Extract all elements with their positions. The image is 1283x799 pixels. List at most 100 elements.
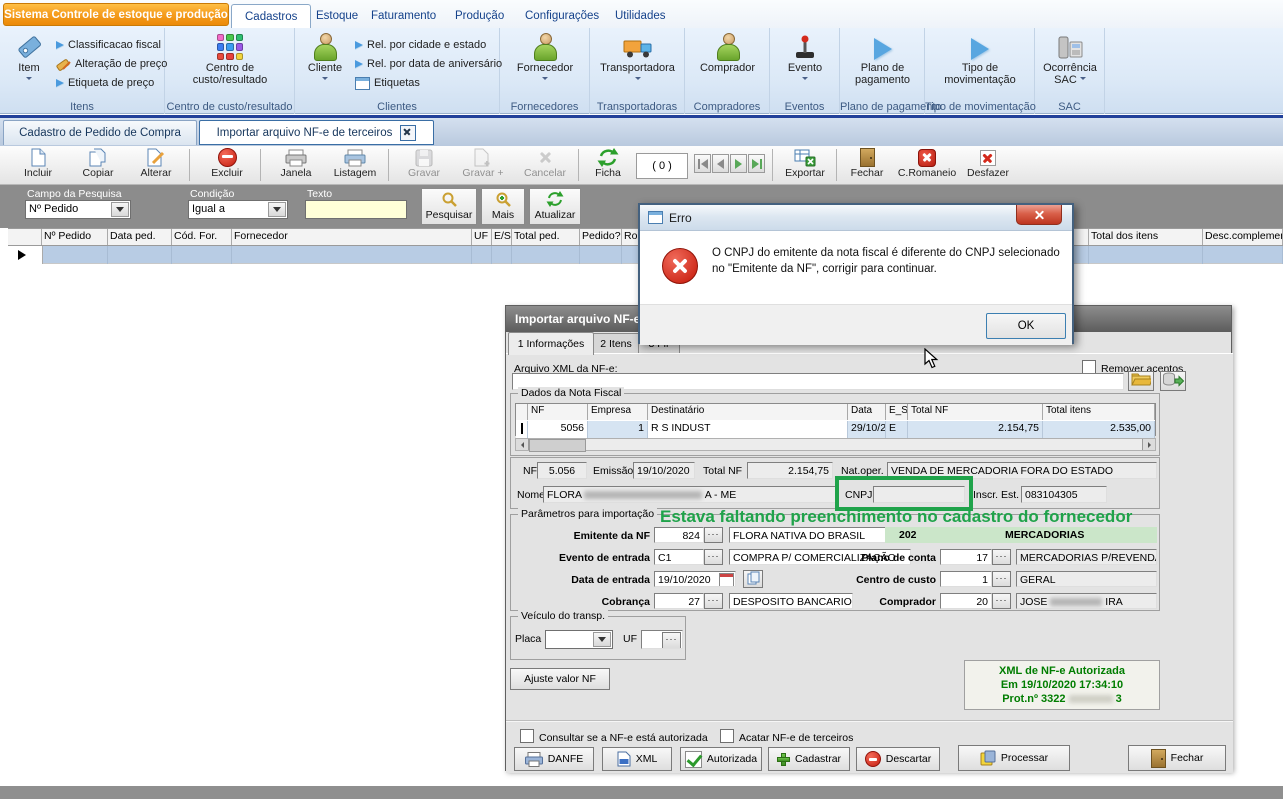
ficha-button[interactable]: Ficha xyxy=(584,148,632,183)
nf-grid-column[interactable]: Data xyxy=(848,404,886,420)
placa-select[interactable] xyxy=(545,630,613,649)
plano-conta-name-field[interactable]: MERCADORIAS P/REVENDA xyxy=(1016,549,1157,565)
nf-grid-row[interactable]: 5056 1 R S INDUST 29/10/2020 E 2.154,75 … xyxy=(516,421,1155,438)
emissao-field[interactable]: 19/10/2020 xyxy=(633,462,695,479)
ajuste-valor-button[interactable]: Ajuste valor NF xyxy=(510,668,610,690)
uf-lookup-button[interactable]: ··· xyxy=(662,632,681,649)
ribbon-tab-configuracoes[interactable]: Configurações xyxy=(512,4,612,28)
nome-field[interactable]: FLORA A - ME xyxy=(543,486,839,503)
uf-field[interactable]: ··· xyxy=(641,630,683,649)
listagem-button[interactable]: Listagem xyxy=(326,148,384,183)
evento-code-field[interactable]: C1 xyxy=(654,549,704,565)
ok-button[interactable]: OK xyxy=(986,313,1066,339)
janela-button[interactable]: Janela xyxy=(268,148,324,183)
comprador-name-field[interactable]: JOSE IRA xyxy=(1016,593,1157,609)
incluir-button[interactable]: Incluir xyxy=(10,148,66,183)
tab-itens[interactable]: 2 Itens xyxy=(592,333,640,354)
data-entrada-field[interactable]: 19/10/2020 xyxy=(654,571,736,587)
emitente-code-field[interactable]: 824 xyxy=(654,527,704,543)
comprador-lookup-button[interactable]: ··· xyxy=(992,593,1011,609)
checkbox-icon[interactable] xyxy=(1082,360,1096,374)
pesquisar-button[interactable]: Pesquisar xyxy=(421,188,477,225)
column-header[interactable]: Data ped. xyxy=(108,229,172,245)
evento-lookup-button[interactable]: ··· xyxy=(704,549,723,565)
nav-prev-button[interactable] xyxy=(712,154,729,173)
nf-grid-column[interactable]: Destinatário xyxy=(648,404,848,420)
error-title-bar[interactable]: Erro xyxy=(640,205,1072,231)
alterar-button[interactable]: Alterar xyxy=(128,148,184,183)
etiqueta-preco-item[interactable]: Etiqueta de preço xyxy=(56,75,154,91)
danfe-button[interactable]: DANFE xyxy=(514,747,594,771)
inscr-est-field[interactable]: 083104305 xyxy=(1021,486,1107,503)
excluir-button[interactable]: Excluir xyxy=(198,148,256,183)
total-nf-field[interactable]: 2.154,75 xyxy=(747,462,833,479)
cobranca-code-field[interactable]: 27 xyxy=(654,593,704,609)
emitente-lookup-button[interactable]: ··· xyxy=(704,527,723,543)
autorizada-button[interactable]: Autorizada xyxy=(680,747,762,771)
alteracao-preco-item[interactable]: Alteração de preço xyxy=(56,56,167,72)
exportar-button[interactable]: Exportar xyxy=(778,148,832,183)
atualizar-button[interactable]: Atualizar xyxy=(529,188,581,225)
cliente-button[interactable]: Cliente xyxy=(301,30,349,86)
comprador-code-field[interactable]: 20 xyxy=(940,593,992,609)
column-header[interactable]: E/S xyxy=(492,229,512,245)
fornecedor-button[interactable]: Fornecedor xyxy=(508,30,582,86)
column-header[interactable]: UF xyxy=(472,229,492,245)
app-title-button[interactable]: Sistema Controle de estoque e produção xyxy=(3,3,229,26)
column-header[interactable]: Desc.complementar xyxy=(1203,229,1283,245)
cadastrar-button[interactable]: Cadastrar xyxy=(768,747,850,771)
etiquetas-item[interactable]: Etiquetas xyxy=(355,75,420,91)
processar-button[interactable]: Processar xyxy=(958,745,1070,771)
mais-button[interactable]: Mais xyxy=(481,188,525,225)
column-header[interactable]: Fornecedor xyxy=(232,229,472,245)
column-header[interactable]: Total dos itens xyxy=(1089,229,1203,245)
consultar-autorizada-checkbox[interactable]: Consultar se a NF-e está autorizada xyxy=(520,729,708,744)
centro-custo-button[interactable]: Centro de custo/resultado xyxy=(180,30,280,86)
nav-last-button[interactable] xyxy=(748,154,765,173)
scroll-left-icon[interactable] xyxy=(516,439,529,450)
nf-grid-column[interactable]: E_S xyxy=(886,404,908,420)
nf-grid-column[interactable]: Total NF xyxy=(908,404,1043,420)
plano-pagamento-button[interactable]: Plano de pagamento xyxy=(844,30,921,86)
condicao-select[interactable]: Igual a xyxy=(188,200,288,219)
centro-custo-lookup-button[interactable]: ··· xyxy=(992,571,1011,587)
rel-cidade-item[interactable]: Rel. por cidade e estado xyxy=(355,37,486,53)
chevron-down-icon[interactable] xyxy=(268,202,286,217)
centro-custo-name-field[interactable]: GERAL xyxy=(1016,571,1157,587)
dialog-fechar-button[interactable]: Fechar xyxy=(1128,745,1226,771)
copiar-button[interactable]: Copiar xyxy=(70,148,126,183)
open-folder-button[interactable] xyxy=(1128,371,1154,391)
plano-conta-lookup-button[interactable]: ··· xyxy=(992,549,1011,565)
cobranca-lookup-button[interactable]: ··· xyxy=(704,593,723,609)
nf-grid-scrollbar[interactable] xyxy=(515,438,1156,451)
ocorrencia-sac-button[interactable]: Ocorrência SAC xyxy=(1039,30,1101,86)
transportadora-button[interactable]: Transportadora xyxy=(594,30,681,86)
ribbon-tab-faturamento[interactable]: Faturamento xyxy=(358,4,449,28)
nf-number-field[interactable]: 5.056 xyxy=(537,462,587,479)
rel-aniversario-item[interactable]: Rel. por data de aniversário xyxy=(355,56,502,72)
centro-custo-code-field[interactable]: 1 xyxy=(940,571,992,587)
nf-grid-column[interactable]: Total itens xyxy=(1043,404,1155,420)
close-button[interactable] xyxy=(1016,205,1062,225)
nav-first-button[interactable] xyxy=(694,154,711,173)
comprador-button[interactable]: Comprador xyxy=(691,30,764,74)
chevron-down-icon[interactable] xyxy=(111,202,129,217)
texto-input[interactable] xyxy=(305,200,407,219)
nf-grid-column[interactable]: Empresa xyxy=(588,404,648,420)
column-header[interactable]: Pedido? xyxy=(580,229,622,245)
descartar-button[interactable]: Descartar xyxy=(856,747,940,771)
column-header[interactable]: Cód. For. xyxy=(172,229,232,245)
acatar-terceiros-checkbox[interactable]: Acatar NF-e de terceiros xyxy=(720,729,853,744)
checkbox-icon[interactable] xyxy=(720,729,734,743)
xml-button[interactable]: XML xyxy=(602,747,672,771)
classificacao-fiscal-item[interactable]: Classificacao fiscal xyxy=(56,37,161,53)
close-tab-icon[interactable] xyxy=(400,125,416,141)
tipo-movimentacao-button[interactable]: Tipo de movimentação xyxy=(935,30,1025,86)
scrollbar-thumb[interactable] xyxy=(529,439,586,452)
c-romaneio-button[interactable]: C.Romaneio xyxy=(894,148,960,183)
nav-next-button[interactable] xyxy=(730,154,747,173)
ribbon-tab-cadastros[interactable]: Cadastros xyxy=(231,4,311,28)
item-button[interactable]: Item xyxy=(6,30,52,86)
campo-pesquisa-select[interactable]: Nº Pedido xyxy=(25,200,131,219)
fechar-button[interactable]: Fechar xyxy=(842,148,892,183)
